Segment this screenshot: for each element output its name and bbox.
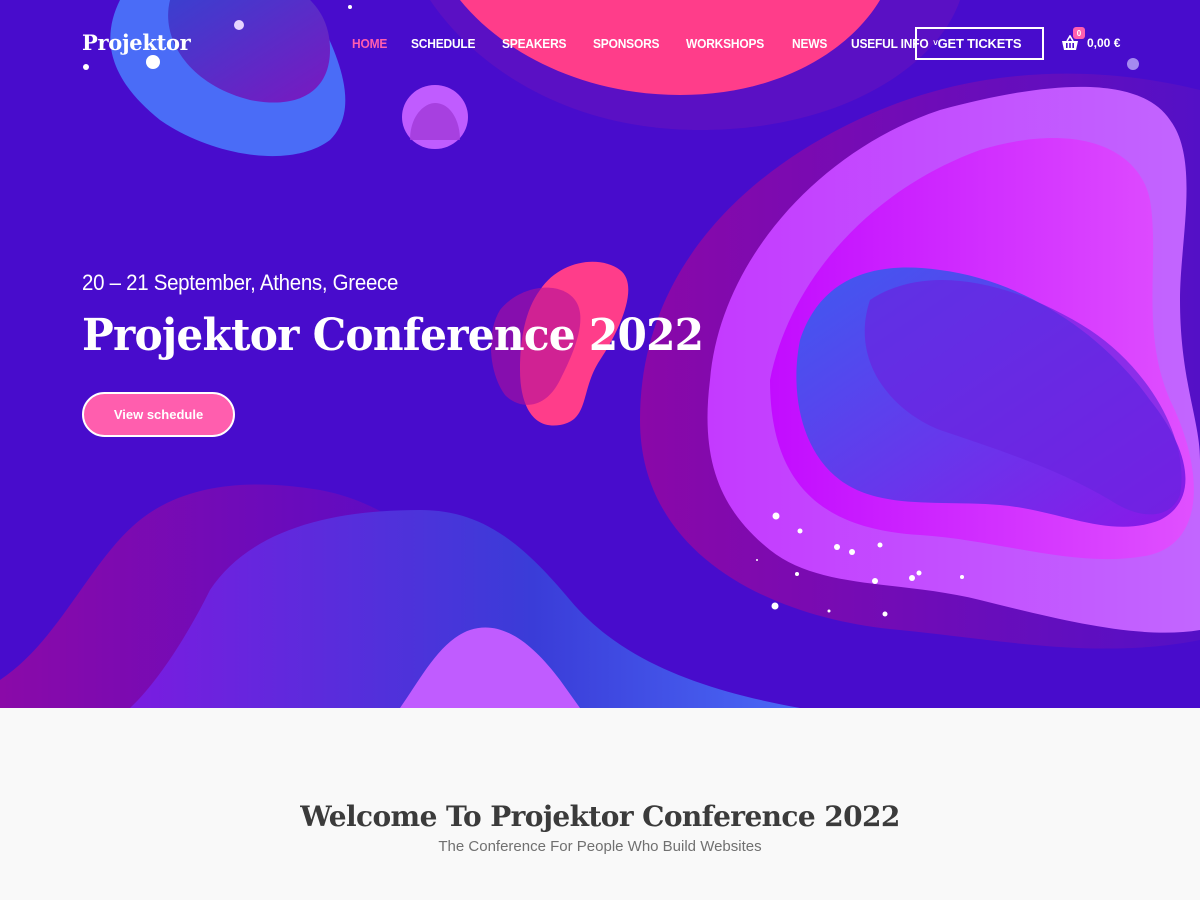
get-tickets-button[interactable]: GET TICKETS: [915, 27, 1044, 60]
site-header: Projektor HOME SCHEDULE SPEAKERS SPONSOR…: [0, 0, 1200, 88]
nav-item-workshops[interactable]: WORKSHOPS: [686, 36, 764, 51]
nav-item-home[interactable]: HOME: [352, 36, 387, 51]
welcome-section: Welcome To Projektor Conference 2022 The…: [0, 708, 1200, 900]
nav-item-sponsors[interactable]: SPONSORS: [593, 36, 660, 51]
basket-icon: 0: [1061, 27, 1085, 51]
event-date-location: 20 – 21 September, Athens, Greece: [82, 270, 399, 295]
cart-count-badge: 0: [1073, 27, 1085, 39]
cart-total: 0,00 €: [1087, 36, 1121, 50]
hero-content: 20 – 21 September, Athens, Greece Projek…: [82, 270, 729, 437]
nav-item-speakers[interactable]: SPEAKERS: [502, 36, 567, 51]
view-schedule-button[interactable]: View schedule: [82, 392, 235, 437]
nav-item-news[interactable]: NEWS: [792, 36, 827, 51]
hero-title: Projektor Conference 2022: [82, 310, 704, 361]
cart-button[interactable]: 0 0,00 €: [1061, 27, 1121, 56]
nav-item-schedule[interactable]: SCHEDULE: [411, 36, 476, 51]
welcome-title: Welcome To Projektor Conference 2022: [300, 800, 900, 833]
welcome-subtitle: The Conference For People Who Build Webs…: [438, 838, 762, 855]
hero-section: Projektor HOME SCHEDULE SPEAKERS SPONSOR…: [0, 0, 1200, 708]
main-nav: HOME SCHEDULE SPEAKERS SPONSORS WORKSHOP…: [352, 36, 967, 51]
site-logo[interactable]: Projektor: [82, 30, 191, 55]
